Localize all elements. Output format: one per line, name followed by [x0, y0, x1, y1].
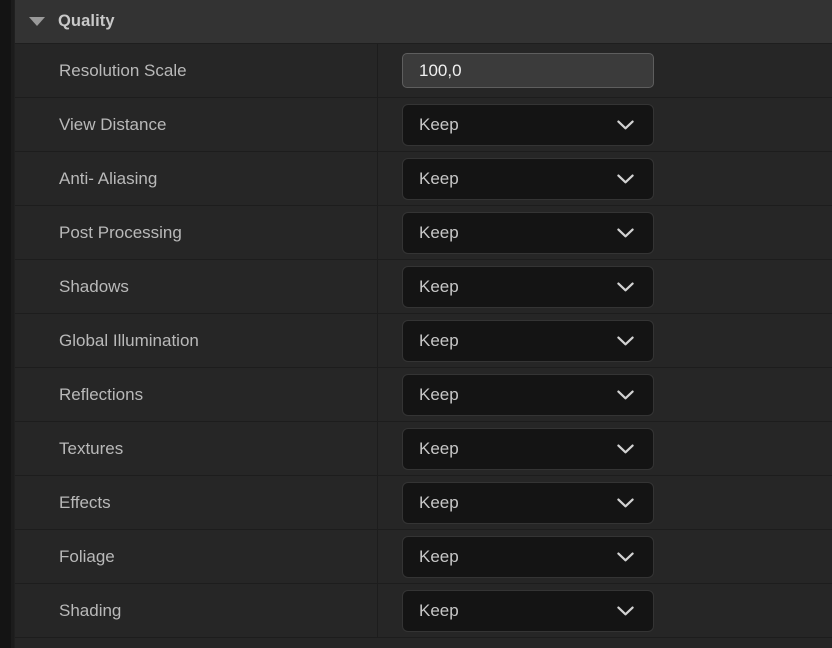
dropdown-selected-value: Keep [419, 439, 459, 459]
setting-value-cell: Keep [378, 260, 832, 313]
category-title: Quality [58, 12, 115, 31]
table-row: View Distance Keep [15, 98, 832, 152]
setting-label-cell: View Distance [15, 98, 378, 151]
setting-value-cell: 100,0 [378, 44, 832, 97]
setting-value-cell: Keep [378, 98, 832, 151]
setting-label: View Distance [59, 115, 166, 135]
setting-value-cell: Keep [378, 584, 832, 637]
table-row: Effects Keep [15, 476, 832, 530]
setting-label-cell: Effects [15, 476, 378, 529]
quality-dropdown[interactable]: Keep [402, 266, 654, 308]
table-row: Global Illumination Keep [15, 314, 832, 368]
setting-label: Shading [59, 601, 121, 621]
quality-dropdown[interactable]: Keep [402, 104, 654, 146]
settings-panel-window: Quality Resolution Scale 100,0 View Distan… [0, 0, 832, 648]
table-row: Post Processing Keep [15, 206, 832, 260]
table-row: Shading Keep [15, 584, 832, 638]
dropdown-selected-value: Keep [419, 601, 459, 621]
quality-dropdown[interactable]: Keep [402, 320, 654, 362]
setting-value-cell: Keep [378, 530, 832, 583]
chevron-down-icon[interactable] [617, 174, 634, 184]
setting-value-cell: Keep [378, 422, 832, 475]
dropdown-selected-value: Keep [419, 115, 459, 135]
setting-label-cell: Textures [15, 422, 378, 475]
chevron-down-icon[interactable] [617, 606, 634, 616]
setting-label: Resolution Scale [59, 61, 187, 81]
setting-label: Effects [59, 493, 111, 513]
quality-dropdown[interactable]: Keep [402, 536, 654, 578]
table-row: Shadows Keep [15, 260, 832, 314]
setting-label-cell: Anti- Aliasing [15, 152, 378, 205]
dropdown-selected-value: Keep [419, 331, 459, 351]
chevron-down-icon[interactable] [617, 120, 634, 130]
table-row: Anti- Aliasing Keep [15, 152, 832, 206]
quality-dropdown[interactable]: Keep [402, 428, 654, 470]
chevron-down-icon[interactable] [617, 498, 634, 508]
quality-dropdown[interactable]: Keep [402, 374, 654, 416]
setting-label-cell: Resolution Scale [15, 44, 378, 97]
dropdown-selected-value: Keep [419, 169, 459, 189]
setting-label-cell: Foliage [15, 530, 378, 583]
setting-label: Global Illumination [59, 331, 199, 351]
chevron-down-icon[interactable] [617, 336, 634, 346]
chevron-down-icon[interactable] [617, 444, 634, 454]
setting-label-cell: Reflections [15, 368, 378, 421]
dropdown-selected-value: Keep [419, 385, 459, 405]
dropdown-selected-value: Keep [419, 277, 459, 297]
setting-label-cell: Shadows [15, 260, 378, 313]
table-row: Resolution Scale 100,0 [15, 44, 832, 98]
chevron-down-icon[interactable] [617, 390, 634, 400]
setting-label-cell: Global Illumination [15, 314, 378, 367]
setting-value-cell: Keep [378, 206, 832, 259]
setting-value-cell: Keep [378, 152, 832, 205]
setting-label: Reflections [59, 385, 143, 405]
settings-row-list: Resolution Scale100,0View DistanceKeepAn… [15, 44, 832, 638]
chevron-down-icon[interactable] [617, 552, 634, 562]
table-row: Foliage Keep [15, 530, 832, 584]
setting-label: Foliage [59, 547, 115, 567]
setting-label: Textures [59, 439, 123, 459]
dropdown-selected-value: Keep [419, 547, 459, 567]
setting-label-cell: Post Processing [15, 206, 378, 259]
setting-label: Shadows [59, 277, 129, 297]
chevron-down-icon[interactable] [617, 228, 634, 238]
dropdown-selected-value: Keep [419, 493, 459, 513]
dropdown-selected-value: Keep [419, 223, 459, 243]
setting-value-cell: Keep [378, 368, 832, 421]
resolution-scale-input[interactable]: 100,0 [402, 53, 654, 88]
setting-value-cell: Keep [378, 314, 832, 367]
quality-dropdown[interactable]: Keep [402, 212, 654, 254]
chevron-down-triangle-icon[interactable] [29, 17, 45, 26]
setting-label: Post Processing [59, 223, 182, 243]
quality-dropdown[interactable]: Keep [402, 590, 654, 632]
setting-value-cell: Keep [378, 476, 832, 529]
quality-dropdown[interactable]: Keep [402, 482, 654, 524]
left-gutter [0, 0, 11, 648]
setting-label: Anti- Aliasing [59, 169, 157, 189]
setting-label-cell: Shading [15, 584, 378, 637]
category-header-quality[interactable]: Quality [15, 0, 832, 44]
chevron-down-icon[interactable] [617, 282, 634, 292]
quality-settings-panel: Quality Resolution Scale 100,0 View Distan… [15, 0, 832, 648]
table-row: Reflections Keep [15, 368, 832, 422]
quality-dropdown[interactable]: Keep [402, 158, 654, 200]
table-row: Textures Keep [15, 422, 832, 476]
